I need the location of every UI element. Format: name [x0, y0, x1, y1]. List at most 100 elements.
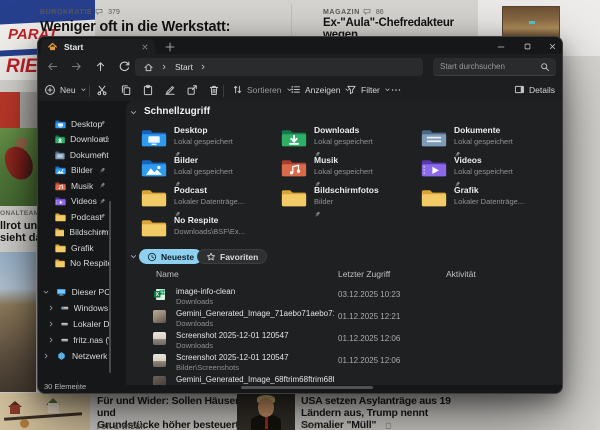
chevron-right-icon[interactable]: [42, 352, 51, 361]
quick-access-tile-bilder[interactable]: Bilder Lokal gespeichert: [141, 155, 281, 185]
tile-name: No Respite: [174, 215, 245, 225]
headline-line: Somalier "Müll": [301, 419, 461, 430]
column-last-access[interactable]: Letzter Zugriff: [338, 269, 390, 279]
quick-access-tile-no-respite[interactable]: No Respite Downloads\BSF\Ex...: [141, 215, 281, 245]
tile-location: Lokal gespeichert: [454, 137, 513, 146]
more-button[interactable]: [390, 84, 402, 96]
section-chevron-icon[interactable]: [129, 252, 139, 262]
details-button[interactable]: Details: [514, 84, 555, 95]
sidebar-scrollbar[interactable]: [109, 201, 111, 373]
article-headline-link[interactable]: Weniger oft in die Werkstatt:: [40, 19, 300, 35]
chevron-right-icon[interactable]: [47, 336, 56, 345]
column-name[interactable]: Name: [156, 269, 179, 279]
bookmark-icon[interactable]: [385, 422, 392, 429]
home-icon[interactable]: [143, 62, 154, 73]
chevron-down-icon[interactable]: [42, 288, 51, 297]
search-input[interactable]: Start durchsuchen: [433, 58, 556, 76]
tab-close-icon[interactable]: [141, 43, 149, 51]
pin-icon: [99, 151, 107, 159]
quick-access-tile-bildschirmfotos[interactable]: Bildschirmfotos Bilder: [281, 185, 421, 215]
status-bar-count: 30 Elemente: [44, 382, 86, 391]
file-row-image-info-clean[interactable]: X image-info-clean Downloads 03.12.2025 …: [126, 285, 562, 307]
pin-icon: [99, 167, 107, 175]
article-headline-link[interactable]: USA setzen Asylanträge aus 19 Ländern au…: [301, 395, 461, 430]
filter-recent-pill[interactable]: Neueste: [139, 249, 202, 264]
close-icon: [548, 42, 557, 51]
breadcrumb-start[interactable]: Start: [175, 62, 193, 72]
view-button[interactable]: Anzeigen: [290, 84, 352, 95]
sidebar-item-grafik[interactable]: Grafik: [40, 240, 109, 256]
new-button[interactable]: Neu: [44, 84, 88, 96]
sort-button[interactable]: Sortieren: [232, 84, 294, 95]
sidebar-item-windows-c[interactable]: Windows (C:): [45, 300, 109, 316]
share-button[interactable]: [186, 84, 198, 96]
documents-icon: [55, 150, 65, 160]
sidebar-item-lokaler-datent[interactable]: Lokaler Datent: [45, 316, 109, 332]
sidebar-item-desktop[interactable]: Desktop: [40, 116, 109, 132]
chevron-right-icon[interactable]: [199, 63, 208, 72]
chevron-right-icon[interactable]: [47, 320, 56, 329]
sidebar-item-label: Musik: [71, 181, 93, 191]
close-button[interactable]: [541, 40, 563, 53]
quick-access-tile-desktop[interactable]: Desktop Lokal gespeichert: [141, 125, 281, 155]
sidebar-item-dokumente[interactable]: Dokumente: [40, 147, 109, 163]
sidebar-item-bildschirmfo[interactable]: Bildschirmfo: [40, 225, 109, 241]
column-activity[interactable]: Aktivität: [446, 269, 476, 279]
soccer-photo: [0, 128, 37, 206]
quick-access-tile-videos[interactable]: Videos Lokal gespeichert: [421, 155, 561, 185]
tile-text: No Respite Downloads\BSF\Ex...: [174, 215, 245, 236]
sidebar-item-musik[interactable]: Musik: [40, 178, 109, 194]
column-divider: [291, 4, 292, 36]
address-bar[interactable]: Start: [135, 58, 423, 76]
sidebar-item-fritz-nas-192[interactable]: fritz.nas (\\192: [45, 332, 109, 348]
comments-icon: [363, 8, 371, 16]
sidebar-item-label: fritz.nas (\\192: [73, 335, 109, 345]
article-time: 05:52: [301, 423, 317, 430]
tile-name: Downloads: [314, 125, 373, 135]
quick-access-tile-podcast[interactable]: Podcast Lokaler Datenträge...: [141, 185, 281, 215]
file-row-gemini-generated-image-68ftrim68ftrim68ftr[interactable]: Gemini_Generated_Image_68ftrim68ftrim68f…: [126, 373, 562, 385]
file-last-access: 01.12.2025 12:06: [338, 356, 400, 365]
quick-access-tile-musik[interactable]: Musik Lokal gespeichert: [281, 155, 421, 185]
section-chevron-icon[interactable]: [129, 108, 139, 118]
forward-button[interactable]: [70, 60, 83, 73]
filter-favorites-pill[interactable]: Favoriten: [197, 249, 267, 264]
quick-access-tile-dokumente[interactable]: Dokumente Lokal gespeichert: [421, 125, 561, 155]
quick-access-tile-grafik[interactable]: Grafik Lokaler Datenträge...: [421, 185, 561, 215]
sidebar-item-label: No Respite: [70, 258, 109, 268]
up-button[interactable]: [94, 60, 107, 73]
cut-button[interactable]: [96, 84, 108, 96]
rename-button[interactable]: [164, 84, 176, 96]
file-row-screenshot-2025-12-01-120547[interactable]: Screenshot 2025-12-01 120547 Downloads 0…: [126, 329, 562, 351]
sidebar-item-dieser-pc[interactable]: Dieser PC: [40, 284, 109, 300]
file-row-screenshot-2025-12-01-120547[interactable]: Screenshot 2025-12-01 120547 Bilder\Scre…: [126, 351, 562, 373]
sidebar-item-podcast[interactable]: Podcast: [40, 209, 109, 225]
folder-folder-icon: [141, 217, 167, 238]
delete-button[interactable]: [208, 84, 220, 96]
trump-photo: [237, 393, 295, 430]
sidebar-item-no-respite[interactable]: No Respite: [40, 256, 109, 272]
filter-button[interactable]: Filter: [346, 84, 392, 95]
quick-access-tile-downloads[interactable]: Downloads Lokal gespeichert: [281, 125, 421, 155]
chevron-right-icon[interactable]: [47, 304, 56, 313]
new-tab-button[interactable]: [164, 41, 176, 53]
pin-icon: [99, 136, 107, 144]
tile-location: Lokal gespeichert: [314, 167, 373, 176]
maximize-button[interactable]: [516, 40, 538, 53]
back-button[interactable]: [46, 60, 59, 73]
file-row-gemini-generated-image-71aebo71aebo71ae[interactable]: Gemini_Generated_Image_71aebo71aebo71ae …: [126, 307, 562, 329]
recent-label: Neueste: [161, 252, 194, 262]
search-icon[interactable]: [540, 62, 549, 71]
copy-button[interactable]: [120, 84, 132, 96]
tile-location: Downloads\BSF\Ex...: [174, 227, 245, 236]
sidebar-item-downloads[interactable]: Downloads: [40, 132, 109, 148]
explorer-tab-start[interactable]: Start: [41, 39, 155, 54]
horizontal-scrollbar[interactable]: [241, 386, 373, 389]
tile-name: Dokumente: [454, 125, 513, 135]
paste-button[interactable]: [142, 84, 154, 96]
sidebar-item-videos[interactable]: Videos: [40, 194, 109, 210]
sidebar-item-bilder[interactable]: Bilder: [40, 163, 109, 179]
sidebar-item-netzwerk[interactable]: Netzwerk: [40, 348, 109, 364]
minimize-button[interactable]: [490, 40, 512, 53]
refresh-button[interactable]: [118, 60, 131, 73]
